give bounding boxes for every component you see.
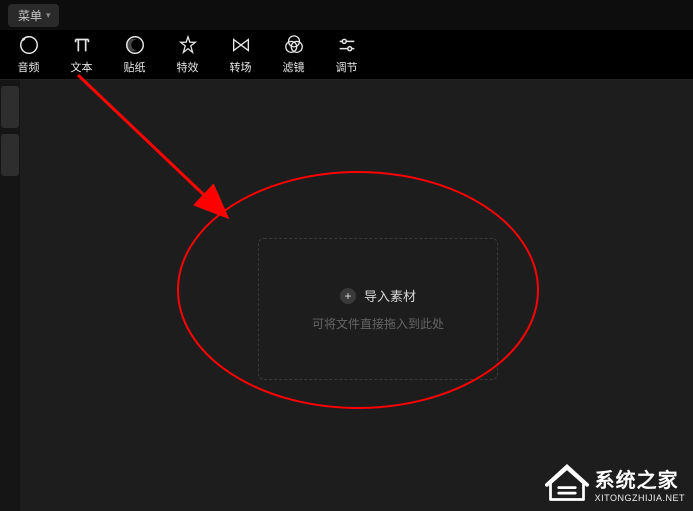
bowtie-icon xyxy=(230,34,252,56)
audio-tab[interactable]: 音频 xyxy=(2,31,55,79)
import-label: 导入素材 xyxy=(364,286,416,305)
title-bar: 菜单 ▾ xyxy=(0,0,693,30)
transition-tab[interactable]: 转场 xyxy=(214,31,267,79)
chevron-down-icon: ▾ xyxy=(46,10,51,21)
toolbar-label: 特效 xyxy=(177,59,199,75)
side-tab-2[interactable] xyxy=(1,134,19,176)
adjust-tab[interactable]: 调节 xyxy=(320,31,373,79)
menu-button-label: 菜单 xyxy=(18,7,42,24)
import-dropzone[interactable]: + 导入素材 可将文件直接拖入到此处 xyxy=(258,238,498,380)
effects-tab[interactable]: 特效 xyxy=(161,31,214,79)
side-tab-1[interactable] xyxy=(1,86,19,128)
toolbar-label: 调节 xyxy=(336,59,358,75)
sliders-icon xyxy=(336,34,358,56)
star-icon xyxy=(177,34,199,56)
toolbar-label: 滤镜 xyxy=(283,59,305,75)
moon-icon xyxy=(124,34,146,56)
text-icon xyxy=(71,34,93,56)
import-row: + 导入素材 xyxy=(340,286,416,305)
media-panel: + 导入素材 可将文件直接拖入到此处 xyxy=(20,80,693,511)
text-tab[interactable]: 文本 xyxy=(55,31,108,79)
sticker-tab[interactable]: 贴纸 xyxy=(108,31,161,79)
menu-button[interactable]: 菜单 ▾ xyxy=(8,4,59,27)
side-tabs xyxy=(0,80,20,511)
toolbar-label: 贴纸 xyxy=(124,59,146,75)
toolbar-label: 转场 xyxy=(230,59,252,75)
venn-icon xyxy=(283,34,305,56)
toolbar-label: 文本 xyxy=(71,59,93,75)
import-hint: 可将文件直接拖入到此处 xyxy=(312,315,444,332)
toolbar-label: 音频 xyxy=(18,59,40,75)
filter-tab[interactable]: 滤镜 xyxy=(267,31,320,79)
plus-icon: + xyxy=(340,288,356,304)
rewind-icon xyxy=(18,34,40,56)
main-toolbar: 音频 文本 贴纸 特效 转场 滤镜 xyxy=(0,30,693,80)
